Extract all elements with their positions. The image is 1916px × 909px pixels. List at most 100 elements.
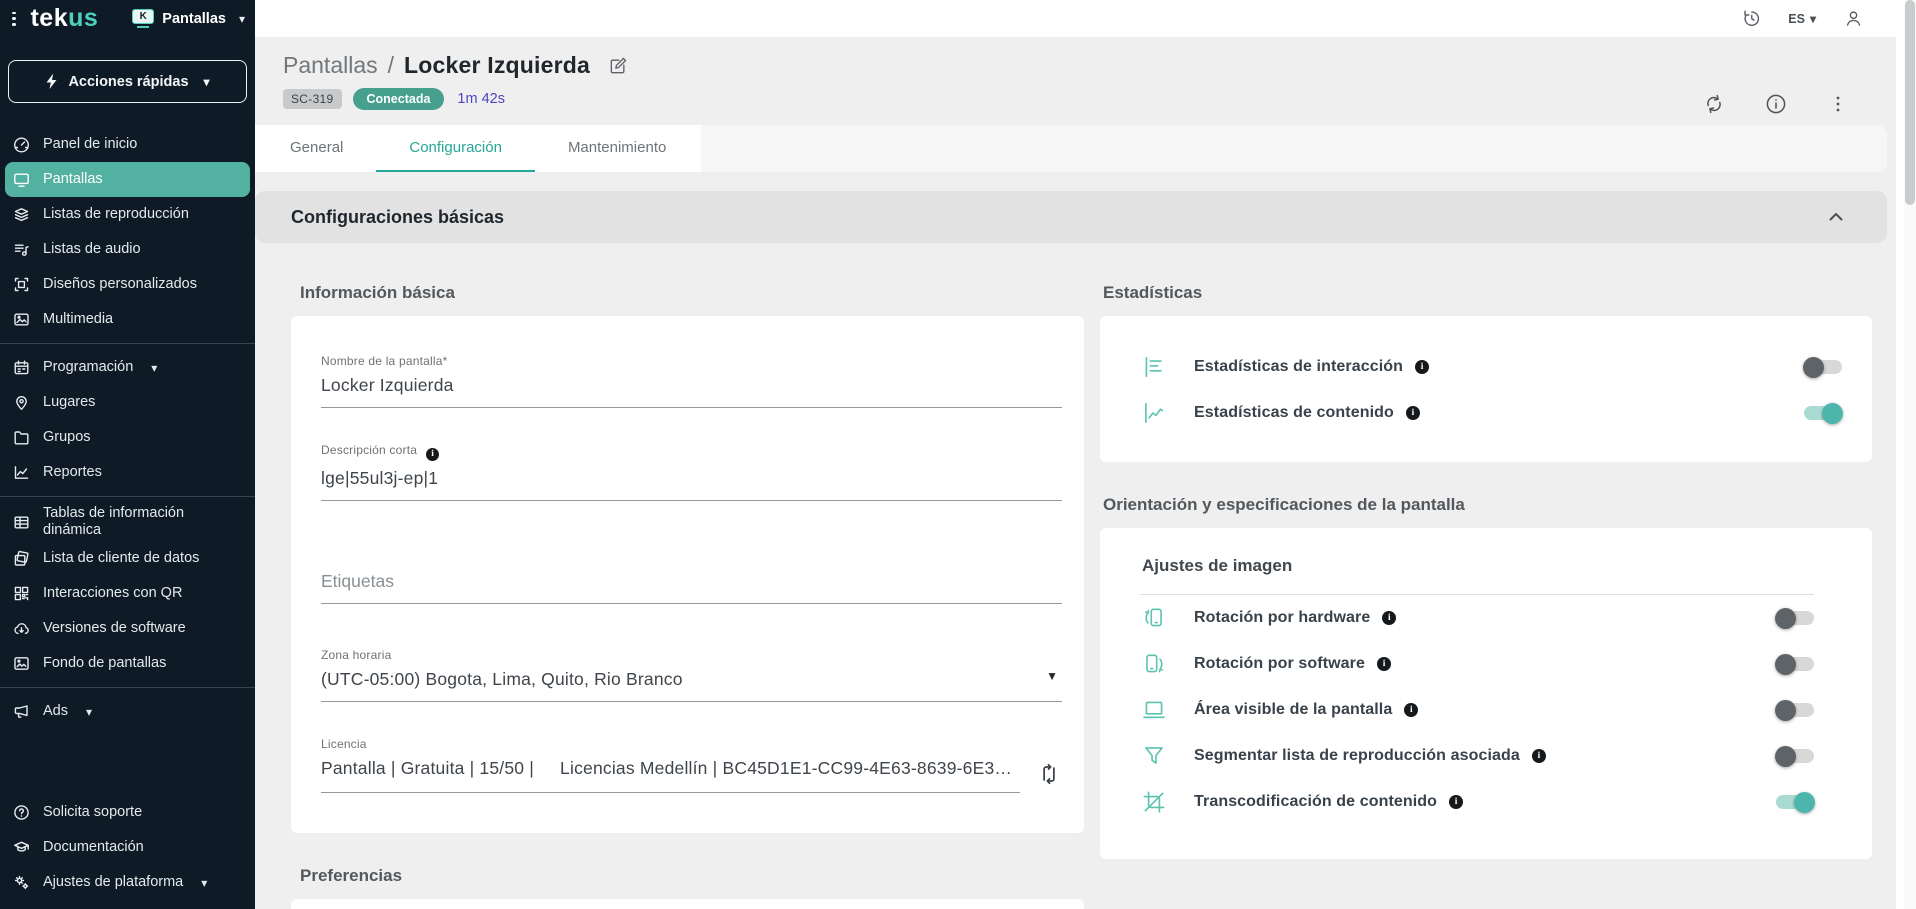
sidebar-item-reportes[interactable]: Reportes xyxy=(5,455,250,490)
badge-row: SC-319 Conectada 1m 42s xyxy=(283,88,1870,110)
info-icon[interactable] xyxy=(1449,795,1463,809)
header-actions xyxy=(1702,92,1850,116)
sync-icon[interactable] xyxy=(1702,92,1726,116)
image-icon xyxy=(12,311,30,329)
chevron-up-icon[interactable] xyxy=(1827,208,1845,226)
kebab-menu-icon[interactable] xyxy=(1826,92,1850,116)
screen-name-value[interactable]: Locker Izquierda xyxy=(321,375,1062,396)
sidebar-item-documentacion[interactable]: Documentación xyxy=(5,830,250,865)
info-icon[interactable] xyxy=(1382,611,1396,625)
short-description-value[interactable]: lge|55ul3j-ep|1 xyxy=(321,468,1062,489)
tags-field[interactable]: Etiquetas xyxy=(321,557,1062,604)
sidebar-nav: Panel de inicio Pantallas Listas de repr… xyxy=(0,127,255,729)
accordion-configuraciones-basicas[interactable]: Configuraciones básicas xyxy=(255,191,1887,243)
app-root: tekus K Pantallas Acciones rápidas Panel… xyxy=(0,0,1916,909)
sidebar-item-disenos-personalizados[interactable]: Diseños personalizados xyxy=(5,267,250,302)
calendar-icon xyxy=(12,359,30,377)
short-description-field[interactable]: Descripción corta lge|55ul3j-ep|1 xyxy=(321,443,1062,501)
tags-placeholder: Etiquetas xyxy=(321,571,1062,592)
history-icon[interactable] xyxy=(1740,8,1762,30)
sidebar-item-multimedia[interactable]: Multimedia xyxy=(5,302,250,337)
user-icon[interactable] xyxy=(1842,8,1864,30)
timezone-value[interactable]: (UTC-05:00) Bogota, Lima, Quito, Rio Bra… xyxy=(321,669,683,690)
tab-mantenimiento[interactable]: Mantenimiento xyxy=(535,125,699,172)
tab-strip: General Configuración Mantenimiento xyxy=(255,125,1887,172)
info-icon[interactable] xyxy=(1404,703,1418,717)
sidebar-divider xyxy=(0,687,255,688)
scrollbar[interactable] xyxy=(1904,0,1916,909)
sidebar-item-listas-de-audio[interactable]: Listas de audio xyxy=(5,232,250,267)
info-icon[interactable] xyxy=(1415,360,1429,374)
sidebar-item-fondo-pantallas[interactable]: Fondo de pantallas xyxy=(5,646,250,681)
breadcrumb: Pantallas / Locker Izquierda xyxy=(283,52,1870,79)
scrollbar-thumb[interactable] xyxy=(1905,0,1915,205)
sidebar-item-grupos[interactable]: Grupos xyxy=(5,420,250,455)
field-label: Descripción corta xyxy=(321,443,1062,461)
sidebar-item-lista-cliente-datos[interactable]: Lista de cliente de datos xyxy=(5,541,250,576)
sidebar-item-tablas-informacion-dinamica[interactable]: Tablas de información dinámica xyxy=(5,503,250,541)
license-field[interactable]: Licencia Pantalla | Gratuita | 15/50 | L… xyxy=(321,737,1020,793)
transcodificacion-toggle[interactable] xyxy=(1776,795,1814,809)
interaction-stats-icon xyxy=(1140,354,1167,381)
segmentar-lista-toggle[interactable] xyxy=(1776,749,1814,763)
field-label: Nombre de la pantalla* xyxy=(321,354,1062,368)
stats-card: Estadísticas de interacción Estadísticas… xyxy=(1100,316,1872,462)
quick-actions-button[interactable]: Acciones rápidas xyxy=(8,60,247,103)
area-visible-toggle[interactable] xyxy=(1776,703,1814,717)
language-dropdown[interactable]: ES xyxy=(1788,12,1816,26)
rotacion-hardware-toggle[interactable] xyxy=(1776,611,1814,625)
info-icon[interactable] xyxy=(426,448,439,461)
info-icon[interactable] xyxy=(1377,657,1391,671)
content-stats-icon xyxy=(1140,400,1167,427)
orientation-row-rotacion-software: Rotación por software xyxy=(1140,641,1814,687)
info-icon[interactable] xyxy=(1764,92,1788,116)
app-selector-dropdown[interactable]: K Pantallas xyxy=(132,9,245,28)
interaction-stats-toggle[interactable] xyxy=(1804,360,1842,374)
orientation-row-rotacion-hardware: Rotación por hardware xyxy=(1140,595,1814,641)
info-icon[interactable] xyxy=(1406,406,1420,420)
sidebar-top: tekus K Pantallas xyxy=(0,0,255,37)
sidebar-item-interacciones-qr[interactable]: Interacciones con QR xyxy=(5,576,250,611)
breadcrumb-root[interactable]: Pantallas xyxy=(283,52,378,79)
orientation-row-segmentar-lista: Segmentar lista de reproducción asociada xyxy=(1140,733,1814,779)
sidebar-item-panel-de-inicio[interactable]: Panel de inicio xyxy=(5,127,250,162)
section-heading-preferencias: Preferencias xyxy=(300,866,1084,886)
page-title: Locker Izquierda xyxy=(404,52,590,79)
rotacion-software-toggle[interactable] xyxy=(1776,657,1814,671)
screen-name-field[interactable]: Nombre de la pantalla* Locker Izquierda xyxy=(321,354,1062,408)
edit-icon[interactable] xyxy=(608,56,628,76)
table-icon xyxy=(12,513,30,531)
rotate-software-icon xyxy=(1140,651,1167,678)
help-icon xyxy=(12,804,30,822)
sidebar-item-pantallas[interactable]: Pantallas xyxy=(5,162,250,197)
license-plan: Pantalla | Gratuita | 15/50 | xyxy=(321,758,534,779)
swap-license-icon[interactable] xyxy=(1036,761,1062,787)
megaphone-icon xyxy=(12,703,30,721)
accordion-title: Configuraciones básicas xyxy=(291,207,504,228)
sidebar-item-solicita-soporte[interactable]: Solicita soporte xyxy=(5,795,250,830)
sidebar-item-programacion[interactable]: Programación xyxy=(5,350,250,385)
timezone-field[interactable]: Zona horaria (UTC-05:00) Bogota, Lima, Q… xyxy=(321,648,1062,702)
crop-transcode-icon xyxy=(1140,789,1167,816)
graduation-cap-icon xyxy=(12,839,30,857)
brand-logo[interactable]: tekus xyxy=(30,4,98,33)
screen-code-badge: SC-319 xyxy=(283,89,342,109)
tab-configuracion[interactable]: Configuración xyxy=(376,125,535,172)
sidebar-item-listas-de-reproduccion[interactable]: Listas de reproducción xyxy=(5,197,250,232)
tab-general[interactable]: General xyxy=(257,125,376,172)
preferences-card: Mantener la pantalla encendida xyxy=(291,899,1084,909)
orientation-row-label: Segmentar lista de reproducción asociada xyxy=(1194,747,1520,765)
sidebar-item-lugares[interactable]: Lugares xyxy=(5,385,250,420)
info-icon[interactable] xyxy=(1532,749,1546,763)
qr-icon xyxy=(12,585,30,603)
wallpaper-icon xyxy=(12,655,30,673)
sidebar-item-ads[interactable]: Ads xyxy=(5,694,250,729)
content-stats-toggle[interactable] xyxy=(1804,406,1842,420)
sidebar-item-ajustes-plataforma[interactable]: Ajustes de plataforma xyxy=(5,865,250,900)
menu-icon[interactable] xyxy=(12,12,16,26)
sidebar-item-versiones-software[interactable]: Versiones de software xyxy=(5,611,250,646)
dropdown-caret-icon[interactable]: ▼ xyxy=(1046,669,1058,683)
field-label: Licencia xyxy=(321,737,1020,751)
dashboard-icon xyxy=(12,136,30,154)
funnel-icon xyxy=(1140,743,1167,770)
